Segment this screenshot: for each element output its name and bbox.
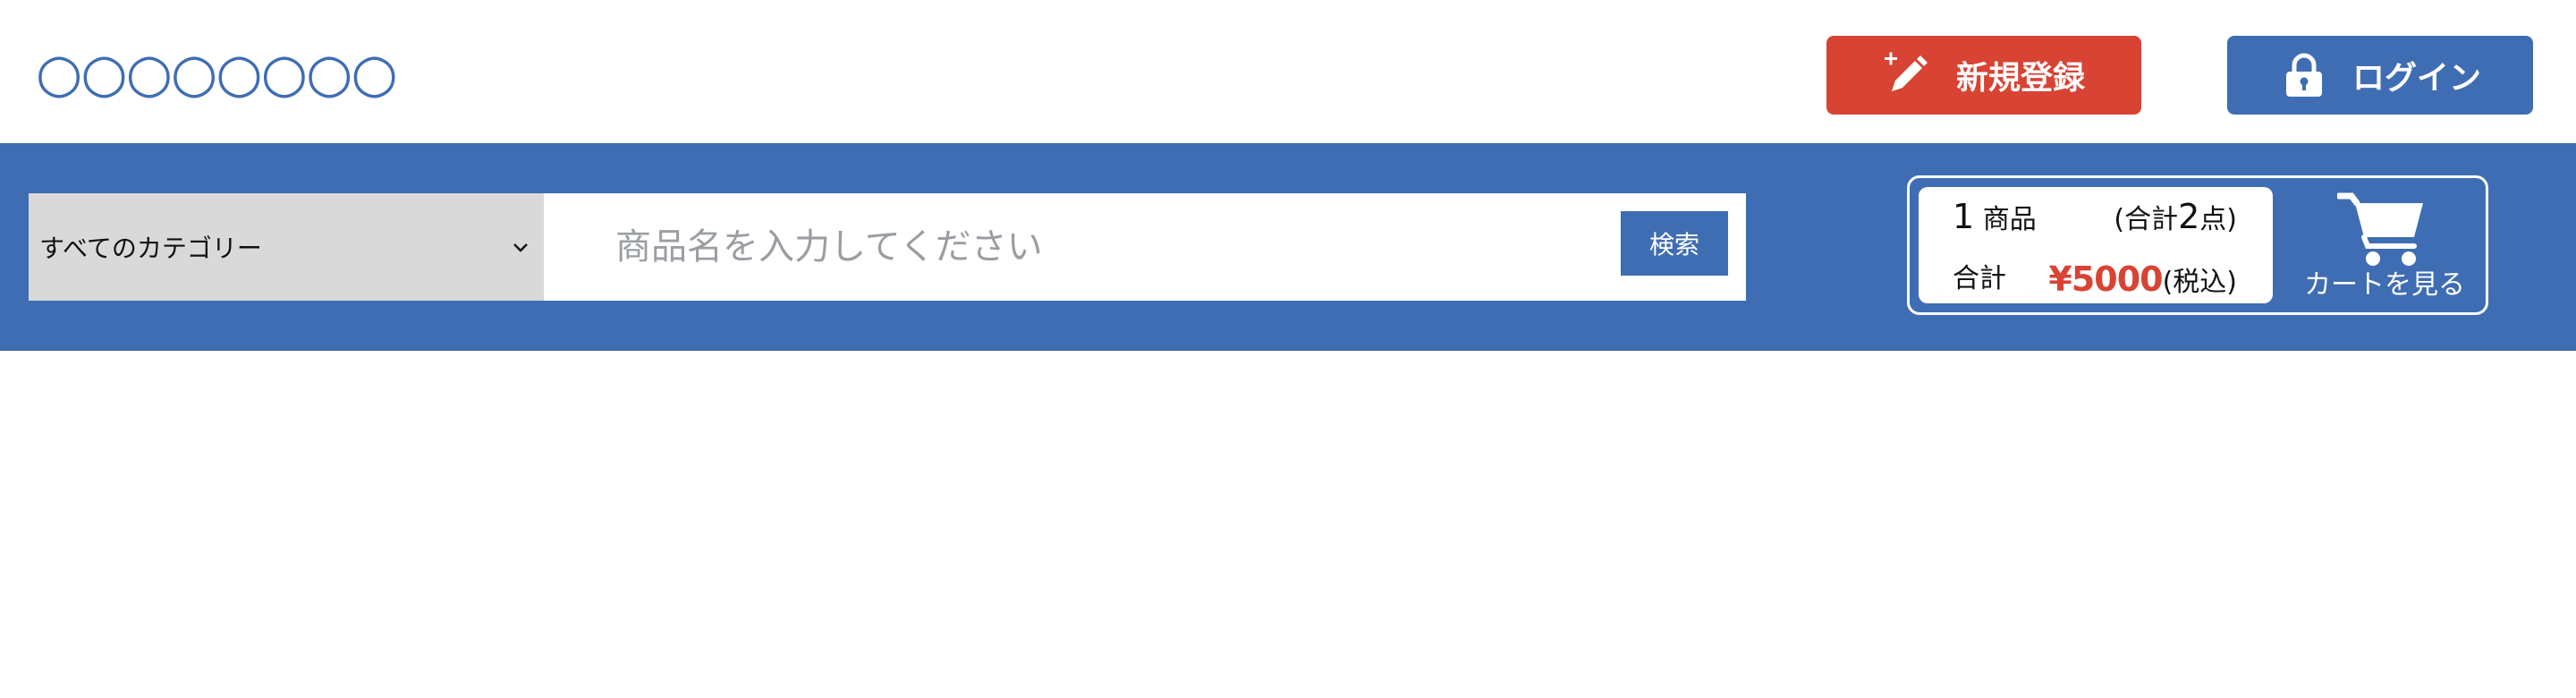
cart-item-count: 1 商品 — [1953, 197, 2037, 236]
cart-count-row: 1 商品 (合計2点) — [1919, 194, 2273, 239]
register-button-label: 新規登録 — [1955, 60, 2085, 97]
price-value: ¥5000 — [2048, 260, 2163, 299]
view-cart-label: カートを見る — [2304, 269, 2465, 301]
chevron-down-icon — [513, 243, 528, 252]
login-button[interactable]: ログイン — [2227, 36, 2533, 115]
search-bar-band: すべてのカテゴリー 検索 1 商品 (合計2点) 合計 ¥5000(税込) — [0, 143, 2576, 351]
search-field: 検索 — [544, 193, 1746, 301]
search-form: すべてのカテゴリー 検索 — [29, 193, 1746, 301]
site-header: ○○○○○○○○ 新規登録 ログイン — [0, 0, 2576, 143]
category-select-value: すべてのカテゴリー — [39, 234, 262, 263]
category-select[interactable]: すべてのカテゴリー — [29, 193, 544, 301]
cart-summary: 1 商品 (合計2点) 合計 ¥5000(税込) カートを見る — [1907, 175, 2488, 315]
view-cart-button[interactable]: カートを見る — [2284, 178, 2486, 312]
search-input[interactable] — [544, 193, 1746, 301]
lock-icon — [2279, 50, 2329, 100]
cart-total-row: 合計 ¥5000(税込) — [1919, 257, 2273, 302]
site-logo[interactable]: ○○○○○○○○ — [36, 47, 398, 100]
search-button[interactable]: 検索 — [1621, 211, 1728, 276]
shopping-cart-icon — [2337, 192, 2423, 266]
cart-total-quantity: (合計2点) — [2114, 197, 2237, 236]
pencil-sparkle-icon — [1883, 50, 1933, 100]
tax-note: (税込) — [2162, 267, 2237, 298]
register-button[interactable]: 新規登録 — [1826, 36, 2141, 115]
login-button-label: ログイン — [2351, 60, 2481, 97]
cart-total-price: ¥5000(税込) — [2048, 257, 2237, 305]
cart-info-panel: 1 商品 (合計2点) 合計 ¥5000(税込) — [1919, 187, 2273, 303]
cart-total-label: 合計 — [1953, 263, 2006, 294]
